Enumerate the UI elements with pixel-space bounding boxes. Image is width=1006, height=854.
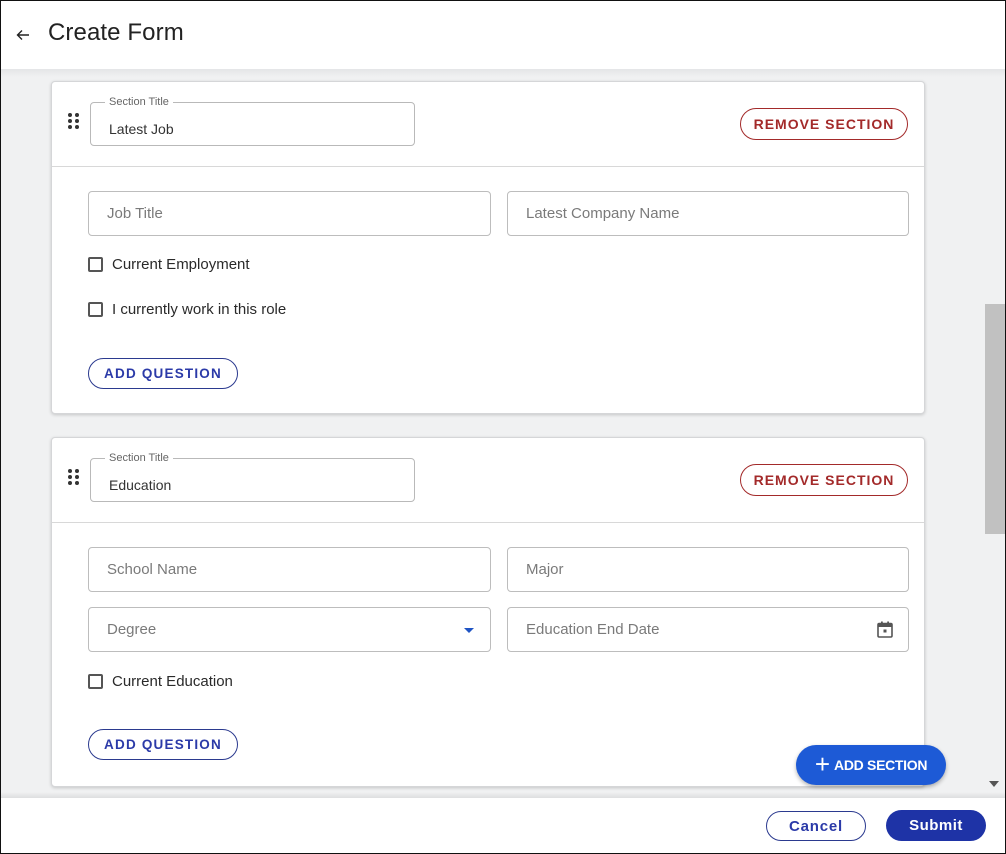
major-input[interactable] bbox=[508, 548, 908, 591]
current-employment-label: Current Employment bbox=[112, 256, 250, 273]
current-education-checkbox[interactable] bbox=[88, 674, 103, 689]
section-header: Section Title REMOVE SECTION bbox=[52, 82, 924, 167]
section-title-field[interactable]: Section Title bbox=[90, 95, 415, 146]
school-name-field[interactable] bbox=[88, 547, 491, 592]
page-title: Create Form bbox=[48, 19, 184, 46]
form-scroll-area: Section Title REMOVE SECTION Current Emp… bbox=[1, 69, 1005, 798]
vertical-scrollbar[interactable] bbox=[983, 69, 1005, 798]
remove-section-button[interactable]: REMOVE SECTION bbox=[740, 108, 908, 140]
degree-select[interactable]: Degree bbox=[88, 607, 491, 652]
cancel-button[interactable]: Cancel bbox=[766, 811, 866, 841]
create-form-window: Create Form Section Title REMOVE SECTION bbox=[0, 0, 1006, 854]
add-question-button[interactable]: ADD QUESTION bbox=[88, 358, 238, 389]
latest-company-name-input[interactable] bbox=[508, 192, 908, 235]
current-employment-checkbox[interactable] bbox=[88, 257, 103, 272]
job-title-input[interactable] bbox=[89, 192, 490, 235]
section-header: Section Title REMOVE SECTION bbox=[52, 438, 924, 523]
section-title-input[interactable] bbox=[91, 459, 414, 501]
section-title-input[interactable] bbox=[91, 103, 414, 145]
job-title-field[interactable] bbox=[88, 191, 491, 236]
currently-work-checkbox[interactable] bbox=[88, 302, 103, 317]
arrow-left-icon bbox=[16, 30, 29, 40]
current-education-checkbox-row[interactable]: Current Education bbox=[88, 673, 233, 690]
education-end-date-field[interactable] bbox=[507, 607, 909, 652]
scroll-down-arrow-icon[interactable] bbox=[989, 781, 999, 787]
drag-handle-icon[interactable] bbox=[68, 113, 80, 131]
submit-button[interactable]: Submit bbox=[886, 810, 986, 841]
currently-work-checkbox-row[interactable]: I currently work in this role bbox=[88, 301, 286, 318]
current-employment-checkbox-row[interactable]: Current Employment bbox=[88, 256, 250, 273]
add-section-button[interactable]: + ADD SECTION bbox=[796, 745, 946, 785]
page-header: Create Form bbox=[1, 1, 1005, 69]
section-title-field[interactable]: Section Title bbox=[90, 451, 415, 502]
form-footer: Cancel Submit bbox=[1, 792, 1005, 853]
remove-section-button[interactable]: REMOVE SECTION bbox=[740, 464, 908, 496]
latest-company-name-field[interactable] bbox=[507, 191, 909, 236]
drag-handle-icon[interactable] bbox=[68, 469, 80, 487]
education-end-date-input[interactable] bbox=[508, 608, 908, 651]
section-card-education: Section Title REMOVE SECTION Degree bbox=[51, 437, 925, 787]
scrollbar-thumb[interactable] bbox=[985, 304, 1005, 534]
degree-select-placeholder: Degree bbox=[107, 621, 157, 638]
caret-down-icon bbox=[464, 628, 474, 633]
add-section-label: ADD SECTION bbox=[834, 757, 928, 773]
plus-icon: + bbox=[814, 749, 831, 779]
current-education-label: Current Education bbox=[112, 673, 233, 690]
add-question-button[interactable]: ADD QUESTION bbox=[88, 729, 238, 760]
major-field[interactable] bbox=[507, 547, 909, 592]
calendar-icon[interactable] bbox=[877, 621, 893, 638]
section-card-latest-job: Section Title REMOVE SECTION Current Emp… bbox=[51, 81, 925, 414]
school-name-input[interactable] bbox=[89, 548, 490, 591]
back-button[interactable] bbox=[12, 25, 34, 45]
currently-work-label: I currently work in this role bbox=[112, 301, 287, 318]
